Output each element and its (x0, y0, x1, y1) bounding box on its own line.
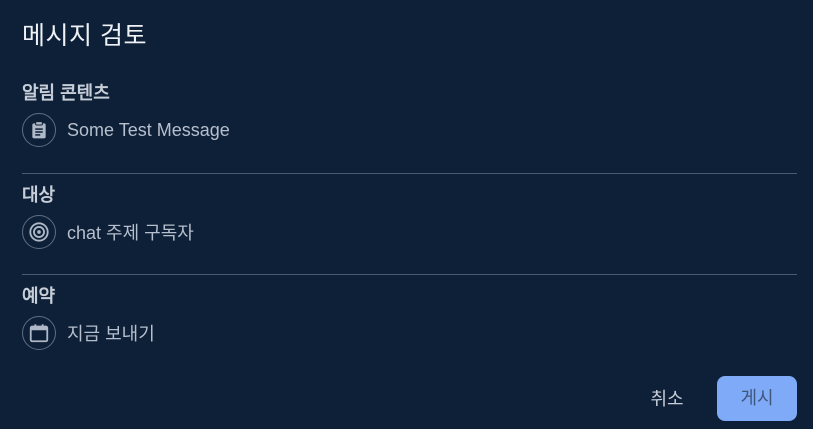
schedule-label: 예약 (22, 286, 56, 306)
target-label: 대상 (22, 185, 56, 205)
divider (22, 173, 797, 174)
notification-content-label: 알림 콘텐츠 (22, 83, 110, 103)
target-row: chat 주제 구독자 (22, 214, 797, 250)
post-button[interactable]: 게시 (717, 376, 797, 421)
review-message-dialog: 메시지 검토 알림 콘텐츠 Some Test Message 대상 chat … (0, 0, 813, 429)
divider (22, 274, 797, 275)
schedule-value: 지금 보내기 (67, 324, 155, 344)
dialog-title: 메시지 검토 (22, 22, 147, 50)
notification-content-row: Some Test Message (22, 112, 797, 148)
schedule-row: 지금 보내기 (22, 315, 797, 351)
clipboard-icon (22, 113, 56, 147)
schedule-section: 예약 지금 보내기 (22, 285, 797, 351)
calendar-icon (22, 316, 56, 350)
target-icon (22, 215, 56, 249)
cancel-button[interactable]: 취소 (636, 378, 698, 420)
target-value: chat 주제 구독자 (67, 223, 194, 243)
notification-content-value: Some Test Message (67, 119, 230, 140)
notification-content-section: 알림 콘텐츠 Some Test Message (22, 82, 797, 148)
target-section: 대상 chat 주제 구독자 (22, 184, 797, 250)
